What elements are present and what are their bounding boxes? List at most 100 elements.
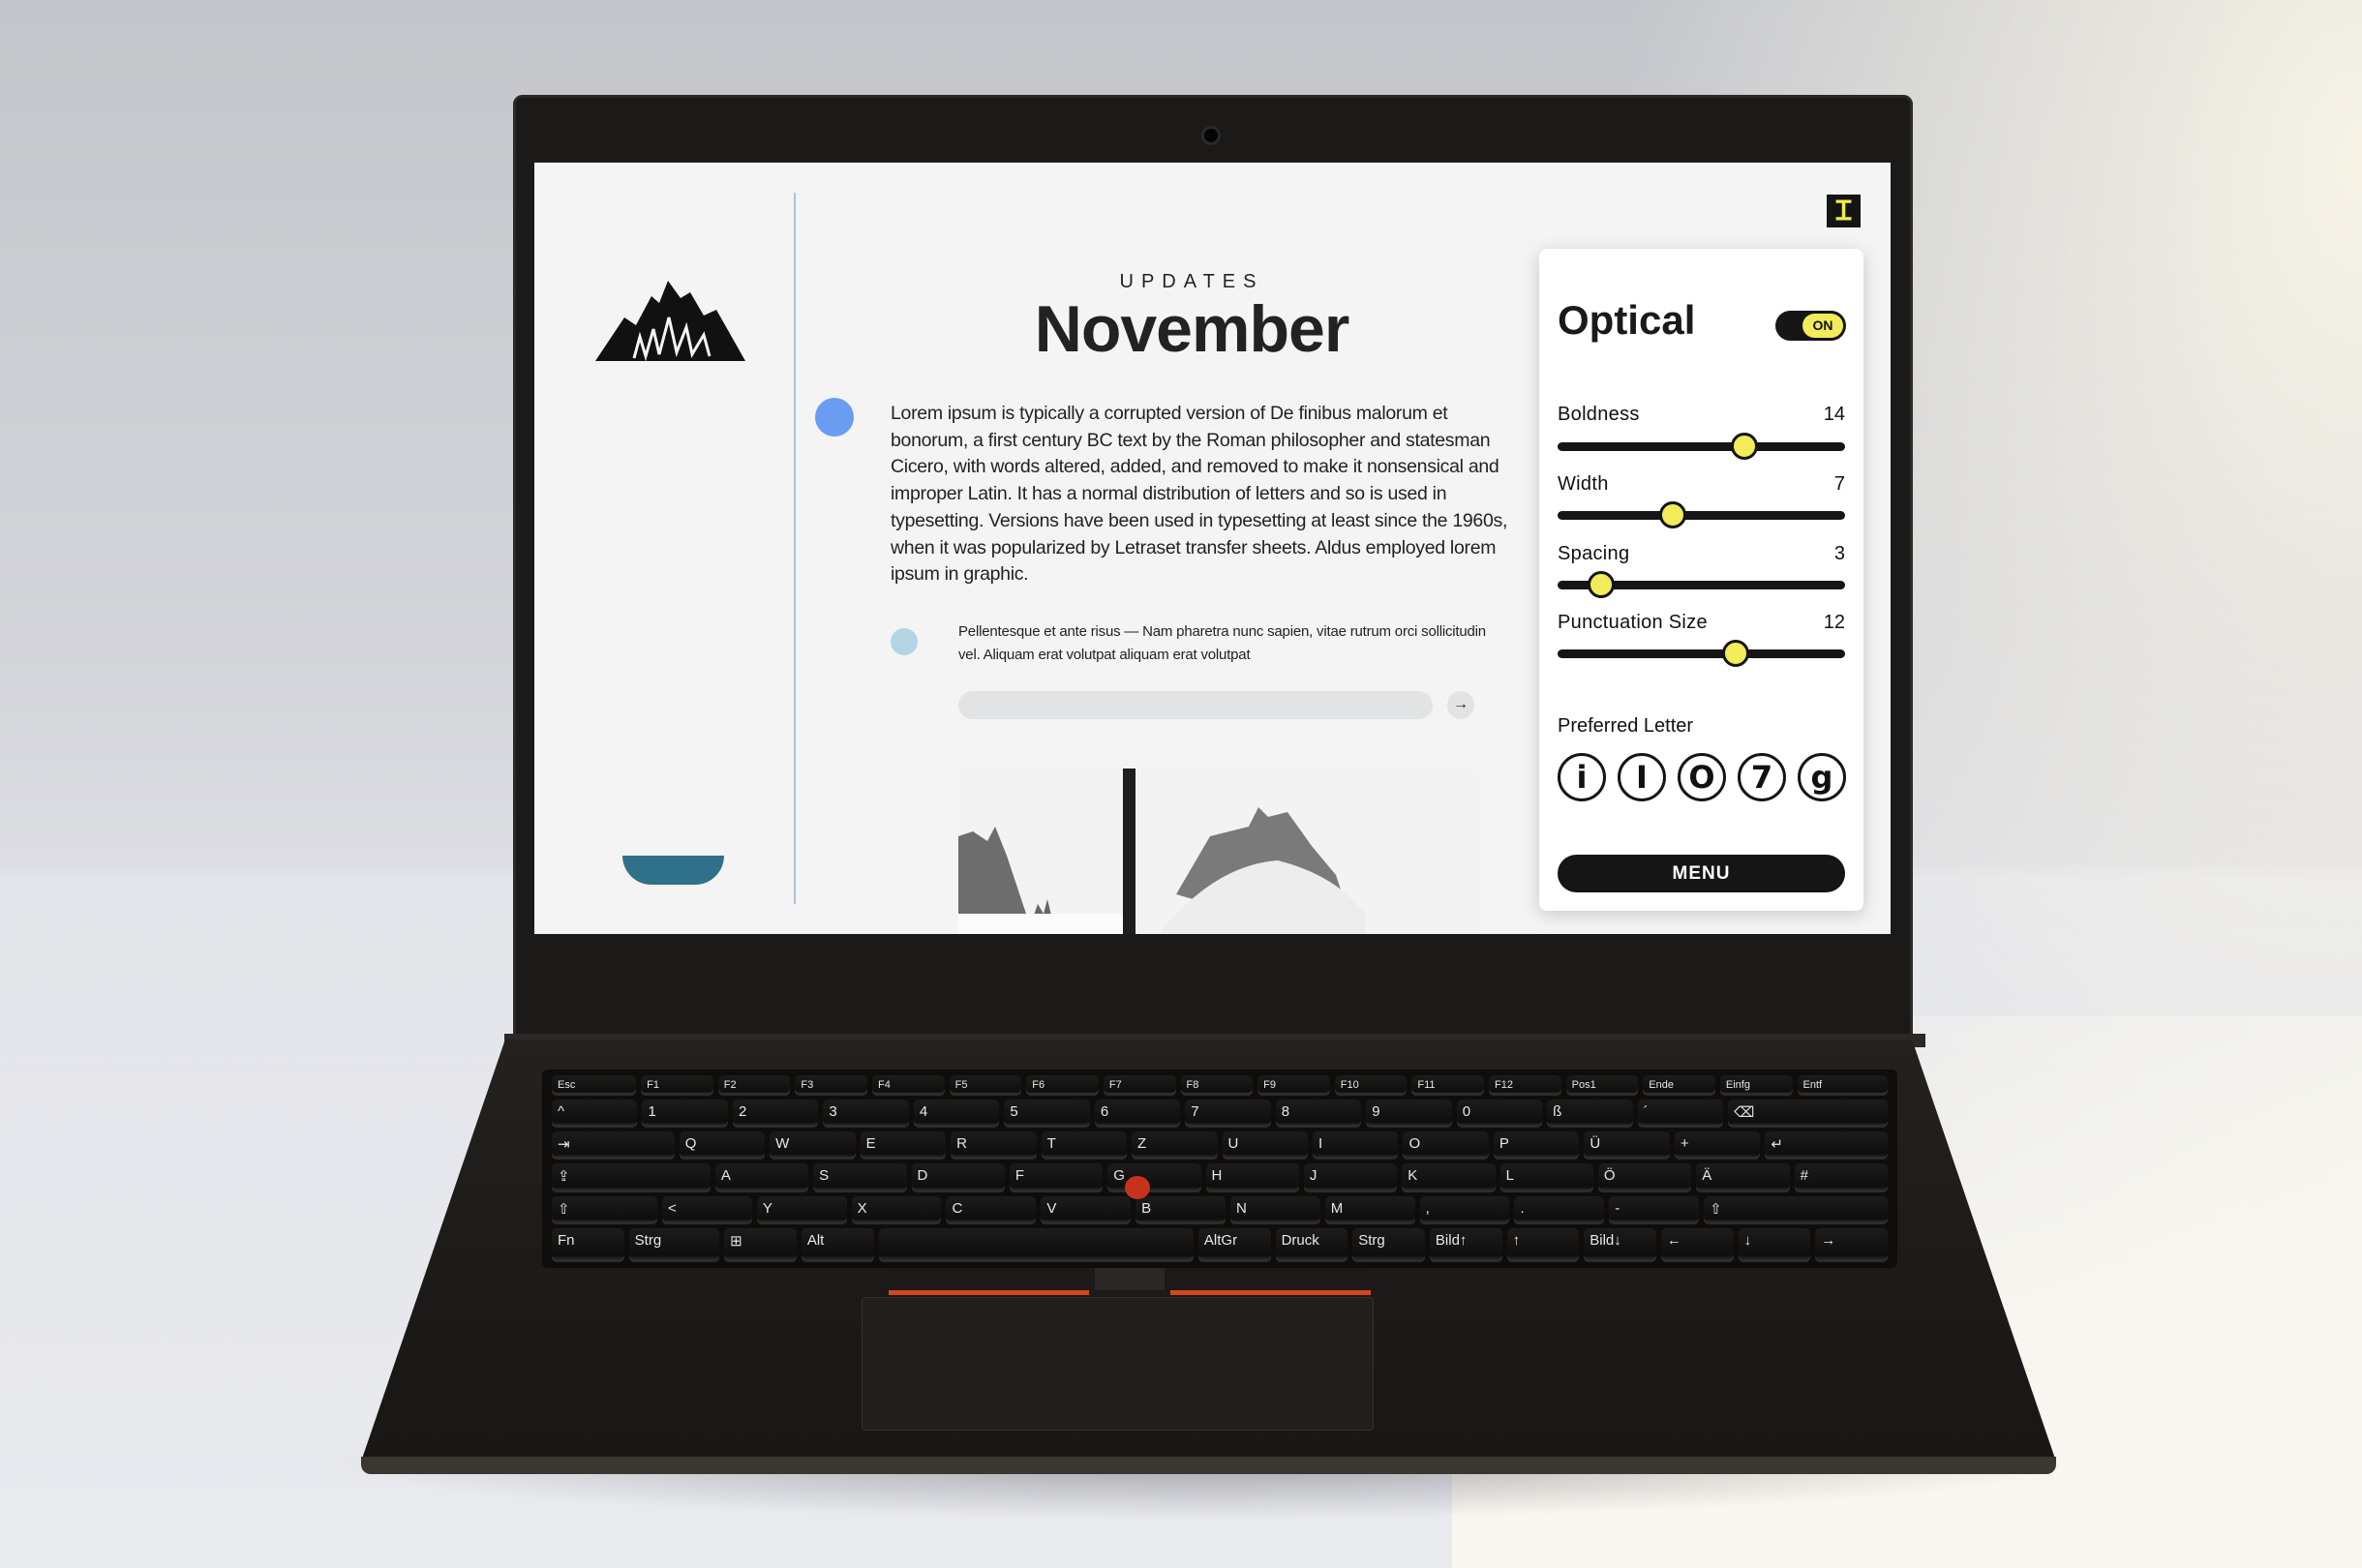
key[interactable]: A — [714, 1163, 809, 1192]
key[interactable]: F2 — [717, 1075, 791, 1096]
key[interactable]: Z — [1132, 1131, 1218, 1161]
letter-option-7[interactable]: 7 — [1738, 753, 1786, 801]
key[interactable]: F1 — [641, 1075, 713, 1096]
letter-option-i[interactable]: i — [1558, 753, 1606, 801]
key[interactable]: Druck — [1275, 1227, 1348, 1263]
slider-knob[interactable] — [1731, 433, 1759, 460]
key[interactable]: N — [1229, 1195, 1320, 1224]
key[interactable]: 3 — [823, 1099, 909, 1128]
key[interactable]: Alt — [801, 1227, 874, 1263]
slider-track[interactable] — [1558, 649, 1845, 658]
key[interactable]: 1 — [642, 1099, 728, 1128]
key[interactable]: L — [1499, 1163, 1593, 1192]
key[interactable]: Entf — [1797, 1075, 1888, 1096]
key[interactable]: Q — [679, 1131, 766, 1161]
key[interactable]: Ende — [1643, 1075, 1715, 1096]
key[interactable]: → — [1815, 1227, 1888, 1263]
key[interactable]: 5 — [1004, 1099, 1090, 1128]
key[interactable]: F11 — [1411, 1075, 1485, 1096]
key[interactable]: S — [813, 1163, 907, 1192]
key[interactable]: F9 — [1257, 1075, 1330, 1096]
key[interactable]: Bild↑ — [1429, 1227, 1502, 1263]
arrow-right-icon[interactable]: → — [1447, 691, 1474, 719]
key[interactable]: F5 — [949, 1075, 1022, 1096]
letter-option-g[interactable]: g — [1798, 753, 1846, 801]
key[interactable]: Esc — [552, 1075, 637, 1096]
key[interactable]: ⇪ — [552, 1163, 711, 1192]
slider-knob[interactable] — [1658, 501, 1686, 528]
optical-toggle[interactable]: ON — [1775, 311, 1846, 341]
touchpad[interactable] — [862, 1297, 1374, 1431]
key[interactable]: F6 — [1026, 1075, 1099, 1096]
key[interactable]: F10 — [1334, 1075, 1408, 1096]
key[interactable]: , — [1419, 1195, 1510, 1224]
key[interactable]: Bild↓ — [1584, 1227, 1656, 1263]
key[interactable]: + — [1674, 1131, 1761, 1161]
key[interactable]: B — [1136, 1195, 1226, 1224]
key[interactable]: 7 — [1185, 1099, 1271, 1128]
key[interactable]: W — [770, 1131, 856, 1161]
key-space[interactable] — [878, 1227, 1194, 1263]
key[interactable]: 8 — [1275, 1099, 1362, 1128]
key[interactable]: . — [1514, 1195, 1605, 1224]
trackpoint[interactable] — [1125, 1176, 1150, 1199]
key[interactable]: Strg — [1352, 1227, 1425, 1263]
key[interactable]: C — [946, 1195, 1037, 1224]
key[interactable]: ← — [1660, 1227, 1734, 1263]
key[interactable]: 4 — [913, 1099, 1000, 1128]
key[interactable]: U — [1222, 1131, 1308, 1161]
key[interactable]: D — [911, 1163, 1005, 1192]
key[interactable]: F4 — [872, 1075, 945, 1096]
key[interactable]: ↵ — [1765, 1131, 1889, 1161]
key[interactable]: ⇧ — [552, 1195, 657, 1224]
key[interactable]: F7 — [1103, 1075, 1176, 1096]
key[interactable]: 2 — [732, 1099, 819, 1128]
type-tool-icon[interactable]: Ɪ — [1827, 195, 1861, 227]
key[interactable]: I — [1312, 1131, 1399, 1161]
slider-track[interactable] — [1558, 442, 1845, 451]
slider-track[interactable] — [1558, 511, 1845, 520]
left-click-button[interactable] — [889, 1268, 1089, 1295]
key[interactable]: 9 — [1366, 1099, 1452, 1128]
key[interactable]: ´ — [1637, 1099, 1724, 1128]
middle-click-button[interactable] — [1094, 1268, 1166, 1295]
key[interactable]: Ö — [1597, 1163, 1692, 1192]
right-click-button[interactable] — [1170, 1268, 1372, 1295]
key[interactable]: V — [1041, 1195, 1132, 1224]
comment-input[interactable] — [958, 691, 1433, 719]
key[interactable]: J — [1303, 1163, 1398, 1192]
key[interactable]: G — [1107, 1163, 1201, 1192]
letter-option-I[interactable]: I — [1618, 753, 1666, 801]
key[interactable]: 6 — [1094, 1099, 1181, 1128]
key[interactable]: ß — [1547, 1099, 1633, 1128]
key[interactable]: # — [1794, 1163, 1888, 1192]
key[interactable]: AltGr — [1197, 1227, 1271, 1263]
key[interactable]: Einfg — [1719, 1075, 1793, 1096]
key[interactable]: P — [1493, 1131, 1580, 1161]
key[interactable]: - — [1609, 1195, 1700, 1224]
key[interactable]: ^ — [552, 1099, 638, 1128]
slider-knob[interactable] — [1587, 571, 1615, 598]
key[interactable]: ↑ — [1506, 1227, 1580, 1263]
key[interactable]: Strg — [628, 1227, 720, 1263]
key[interactable]: E — [860, 1131, 947, 1161]
key[interactable]: R — [951, 1131, 1037, 1161]
key[interactable]: F — [1009, 1163, 1104, 1192]
key[interactable]: Fn — [552, 1227, 624, 1263]
key[interactable]: O — [1403, 1131, 1489, 1161]
key[interactable]: Ü — [1584, 1131, 1670, 1161]
key[interactable]: H — [1205, 1163, 1299, 1192]
key[interactable]: 0 — [1456, 1099, 1543, 1128]
key[interactable]: X — [851, 1195, 942, 1224]
key[interactable]: K — [1402, 1163, 1496, 1192]
key[interactable]: ↓ — [1738, 1227, 1811, 1263]
key[interactable]: M — [1324, 1195, 1415, 1224]
key[interactable]: Y — [756, 1195, 847, 1224]
key[interactable]: F8 — [1180, 1075, 1254, 1096]
key[interactable]: F12 — [1489, 1075, 1561, 1096]
slider-knob[interactable] — [1722, 640, 1750, 667]
key[interactable]: ⊞ — [724, 1227, 797, 1263]
menu-button[interactable]: MENU — [1558, 855, 1845, 892]
key[interactable]: Pos1 — [1565, 1075, 1639, 1096]
key[interactable]: ⇥ — [552, 1131, 675, 1161]
